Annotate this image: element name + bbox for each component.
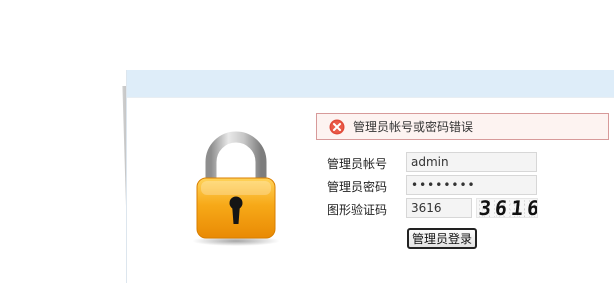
panel-header xyxy=(127,70,614,98)
admin-login-button[interactable]: 管理员登录 xyxy=(407,228,478,249)
error-message-box: 管理员帐号或密码错误 xyxy=(316,113,609,140)
password-input[interactable] xyxy=(406,175,537,195)
account-input[interactable] xyxy=(406,152,537,172)
login-page: 管理员帐号或密码错误 管理员帐号 管理员密码 图形验证码 3616 管理员登录 xyxy=(0,0,614,283)
captcha-input[interactable] xyxy=(406,198,472,218)
padlock-icon xyxy=(191,130,281,250)
captcha-label: 图形验证码 xyxy=(327,203,388,217)
password-label: 管理员密码 xyxy=(327,180,388,194)
captcha-image-text: 3616 xyxy=(477,198,538,218)
error-message: 管理员帐号或密码错误 xyxy=(353,120,474,134)
error-x-icon xyxy=(329,119,345,134)
account-label: 管理员帐号 xyxy=(327,157,388,171)
captcha-image[interactable]: 3616 xyxy=(476,198,538,218)
login-panel xyxy=(126,70,614,283)
